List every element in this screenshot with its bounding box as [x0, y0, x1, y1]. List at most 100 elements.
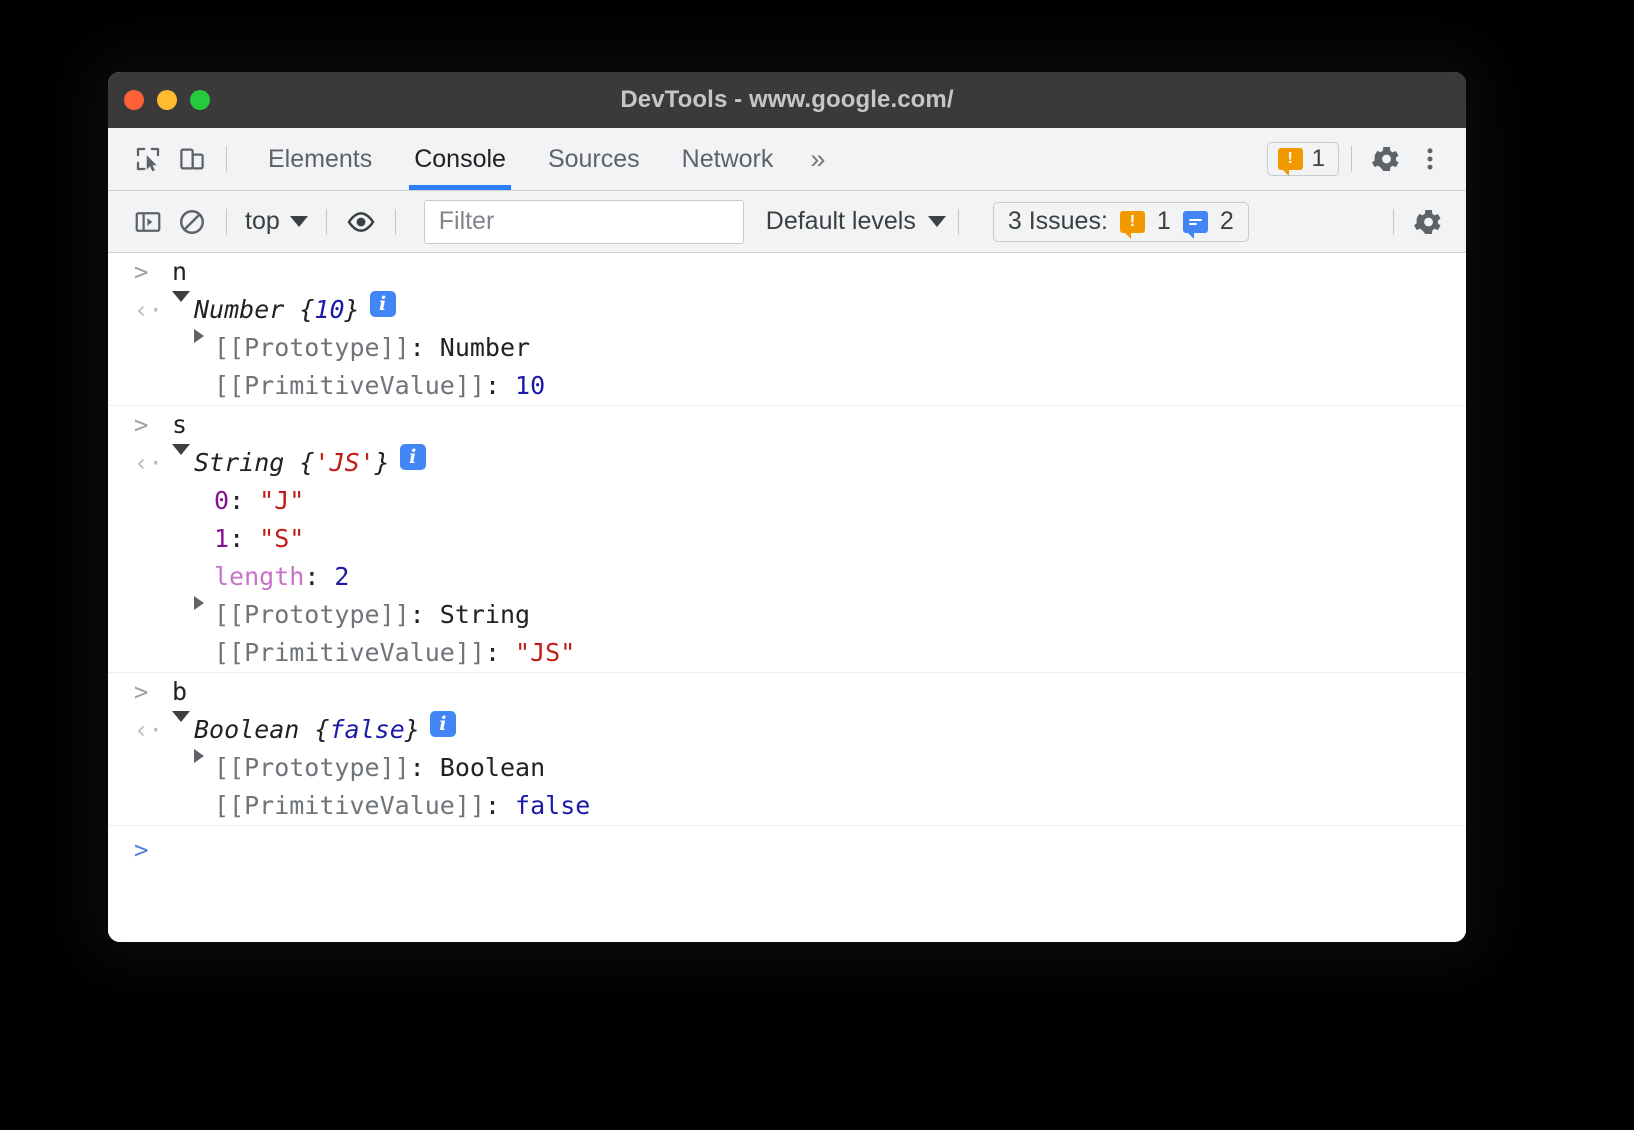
output-marker-icon: ‹· [134, 711, 172, 749]
property-value: "JS" [515, 634, 575, 672]
result-brace-open: { [314, 711, 329, 749]
expand-toggle-icon[interactable] [194, 596, 204, 610]
console-output[interactable]: > n ‹· Number {10} i [[Prototype]]: Numbe… [108, 253, 1466, 942]
console-sidebar-icon[interactable] [126, 200, 170, 244]
issues-summary-label: 3 Issues: [1008, 207, 1108, 236]
result-brace-close: } [405, 711, 420, 749]
prompt-chevron-icon: > [134, 836, 148, 864]
console-prompt[interactable]: > [108, 826, 1466, 874]
console-input-row[interactable]: > b [108, 673, 1466, 711]
input-marker-icon: > [134, 253, 172, 291]
filterbar-divider-1 [226, 209, 227, 235]
warning-bubble-icon: ! [1278, 148, 1303, 170]
window-title: DevTools - www.google.com/ [108, 86, 1466, 114]
close-window-button[interactable] [124, 90, 144, 110]
property-key: [[PrimitiveValue]] [214, 367, 485, 405]
console-property-row[interactable]: 0: "J" [108, 482, 1466, 520]
log-levels-selector[interactable]: Default levels [766, 207, 946, 236]
filterbar-divider-3 [395, 209, 396, 235]
console-input-expression: s [172, 406, 187, 444]
maximize-window-button[interactable] [190, 90, 210, 110]
console-property-row[interactable]: [[Prototype]]: Boolean [108, 749, 1466, 787]
result-class-name: Boolean [194, 711, 314, 749]
filterbar-divider-2 [326, 209, 327, 235]
tab-elements-label: Elements [268, 145, 372, 174]
console-property-row[interactable]: [[PrimitiveValue]]: false [108, 787, 1466, 825]
issues-summary-button[interactable]: 3 Issues: ! 1 2 [993, 202, 1249, 242]
console-property-row[interactable]: [[Prototype]]: String [108, 596, 1466, 634]
console-property-row[interactable]: [[Prototype]]: Number [108, 329, 1466, 367]
info-icon[interactable]: i [400, 444, 426, 470]
expand-toggle-icon[interactable] [194, 749, 204, 763]
execution-context-selector[interactable]: top [239, 207, 314, 236]
tab-network-label: Network [682, 145, 774, 174]
console-property-row[interactable]: [[PrimitiveValue]]: 10 [108, 367, 1466, 405]
property-value: 2 [334, 558, 349, 596]
info-icon[interactable]: i [430, 711, 456, 737]
expand-toggle-icon[interactable] [172, 291, 190, 302]
output-marker-icon: ‹· [134, 291, 172, 329]
tab-network[interactable]: Network [661, 128, 795, 190]
console-property-row[interactable]: length: 2 [108, 558, 1466, 596]
result-brace-close: } [345, 291, 360, 329]
filter-input-placeholder: Filter [439, 207, 495, 236]
issues-warning-count: 1 [1312, 145, 1325, 173]
expand-toggle-icon[interactable] [194, 329, 204, 343]
input-marker-icon: > [134, 406, 172, 444]
filterbar-divider-4 [958, 209, 959, 235]
gear-icon[interactable] [1364, 137, 1408, 181]
console-result-row[interactable]: ‹· Boolean {false}i [108, 711, 1466, 749]
filterbar-divider-5 [1393, 209, 1394, 235]
property-value: Boolean [440, 749, 545, 787]
clear-console-icon[interactable] [170, 200, 214, 244]
console-property-row[interactable]: 1: "S" [108, 520, 1466, 558]
minimize-window-button[interactable] [157, 90, 177, 110]
console-entry: > b ‹· Boolean {false}i [[Prototype]]: B… [108, 673, 1466, 826]
console-property-row[interactable]: [[PrimitiveValue]]: "JS" [108, 634, 1466, 672]
property-key: [[Prototype]] [214, 749, 410, 787]
console-result-row[interactable]: ‹· Number {10}i [108, 291, 1466, 329]
filter-input[interactable]: Filter [424, 200, 744, 244]
console-filterbar: top Filter Default levels 3 Issues [108, 191, 1466, 253]
kebab-menu-icon[interactable] [1408, 137, 1452, 181]
property-key: [[Prototype]] [214, 329, 410, 367]
console-input-expression: n [172, 253, 187, 291]
property-value: String [440, 596, 530, 634]
info-icon[interactable]: i [370, 291, 396, 317]
property-key: length [214, 558, 304, 596]
property-key: [[PrimitiveValue]] [214, 634, 485, 672]
property-key: [[PrimitiveValue]] [214, 787, 485, 825]
tab-console[interactable]: Console [393, 128, 527, 190]
console-entry: > n ‹· Number {10}i [[Prototype]]: Numbe… [108, 253, 1466, 406]
expand-toggle-icon[interactable] [172, 711, 190, 722]
tabbar-right-divider [1351, 146, 1352, 172]
tab-console-label: Console [414, 145, 506, 174]
console-entry: > s ‹· String {'JS'}i 0: "J" 1: "S" leng… [108, 406, 1466, 673]
devtools-tabbar: Elements Console Sources Network » ! [108, 128, 1466, 191]
tabbar-divider [226, 146, 227, 172]
issues-warning-chip[interactable]: ! 1 [1267, 142, 1339, 176]
expand-toggle-icon[interactable] [172, 444, 190, 455]
result-value: 'JS' [314, 444, 374, 482]
result-class-name: Number [194, 291, 299, 329]
chevron-down-icon [928, 216, 946, 227]
console-result-row[interactable]: ‹· String {'JS'}i [108, 444, 1466, 482]
device-toolbar-icon[interactable] [170, 137, 214, 181]
warning-bubble-icon: ! [1120, 211, 1145, 233]
console-input-row[interactable]: > n [108, 253, 1466, 291]
more-tabs-label: » [810, 144, 825, 175]
result-value: 10 [314, 291, 344, 329]
console-settings-gear-icon[interactable] [1406, 200, 1450, 244]
panel-tabs: Elements Console Sources Network » [247, 128, 841, 190]
inspect-element-icon[interactable] [126, 137, 170, 181]
log-levels-label: Default levels [766, 207, 916, 236]
tab-elements[interactable]: Elements [247, 128, 393, 190]
console-input-expression: b [172, 673, 187, 711]
tab-sources[interactable]: Sources [527, 128, 661, 190]
property-value: "S" [259, 520, 304, 558]
window-titlebar: DevTools - www.google.com/ [108, 72, 1466, 128]
live-expression-eye-icon[interactable] [339, 200, 383, 244]
more-tabs-chevron-icon[interactable]: » [794, 128, 841, 190]
result-brace-open: { [299, 444, 314, 482]
console-input-row[interactable]: > s [108, 406, 1466, 444]
